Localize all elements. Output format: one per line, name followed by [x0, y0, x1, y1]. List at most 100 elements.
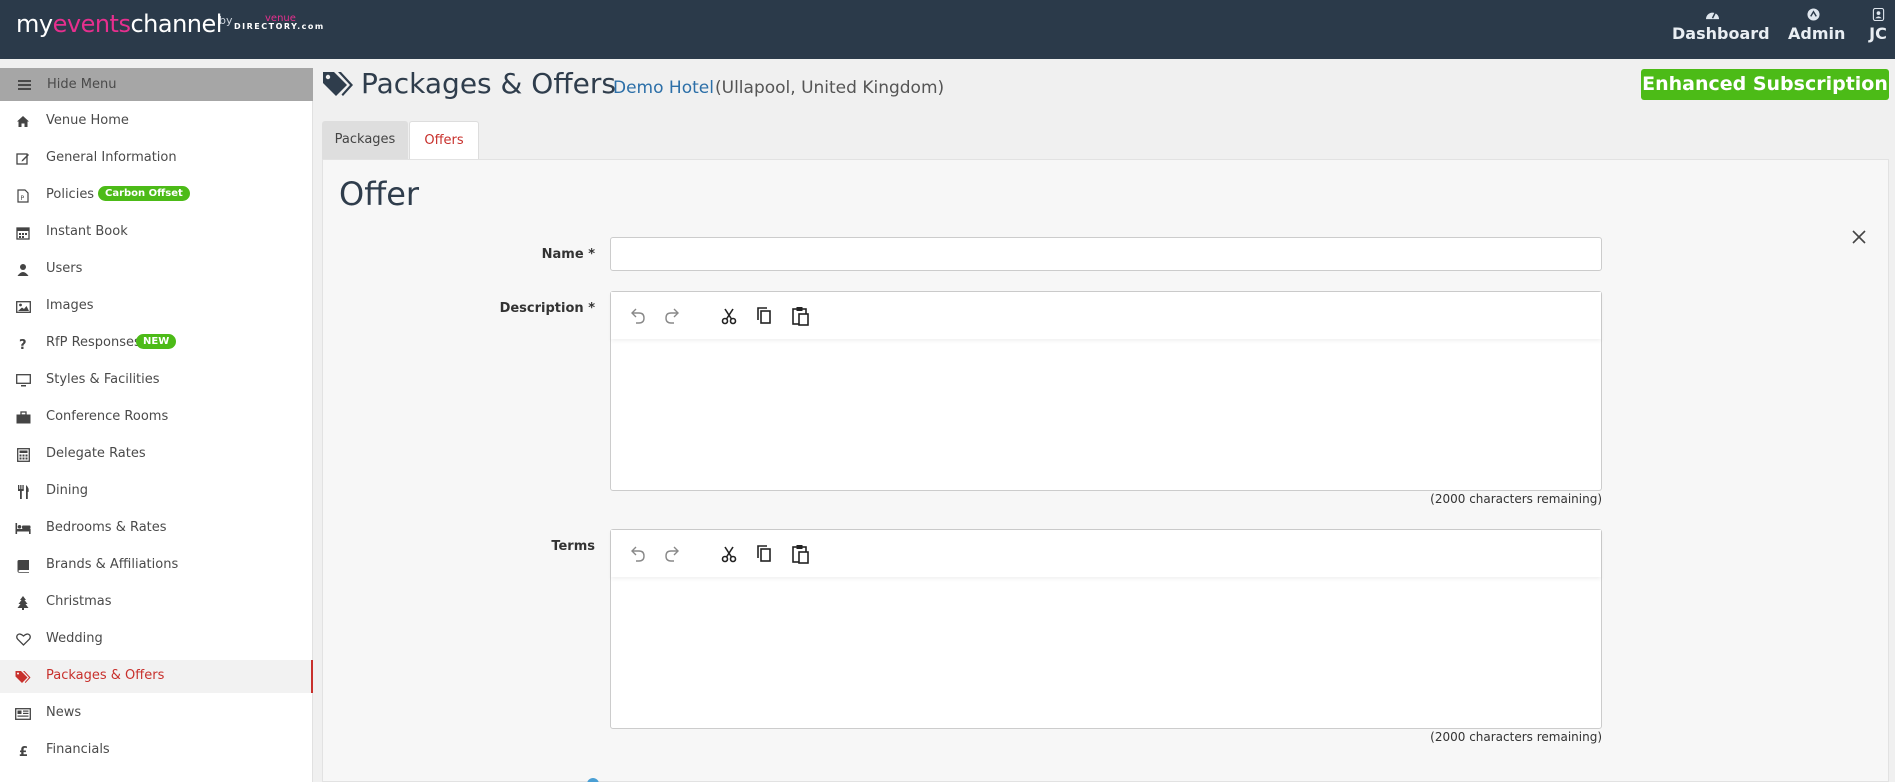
sidebar-item-label: News: [46, 705, 82, 720]
logo-text-channel: channel: [130, 10, 222, 38]
hide-menu-label: Hide Menu: [47, 77, 117, 92]
sidebar-item-users[interactable]: Users: [0, 253, 313, 286]
redo-icon[interactable]: [663, 544, 683, 564]
paste-icon[interactable]: [790, 544, 810, 564]
newspaper-icon: [15, 706, 31, 721]
nav-user-jc[interactable]: JC: [1866, 8, 1890, 43]
carbon-offset-badge: Carbon Offset: [98, 186, 190, 201]
sidebar-item-bedrooms-rates[interactable]: Bedrooms & Rates: [0, 512, 313, 545]
enhanced-subscription-button[interactable]: Enhanced Subscription: [1641, 69, 1889, 100]
monitor-icon: [15, 373, 31, 388]
nav-dashboard[interactable]: Dashboard: [1672, 8, 1770, 43]
sidebar-item-delegate-rates[interactable]: Delegate Rates: [0, 438, 313, 471]
svg-text:P: P: [21, 195, 25, 202]
tree-icon: [15, 595, 31, 610]
user-badge-icon: [1872, 8, 1884, 21]
logo-directory-text: DIRECTORY.com: [234, 22, 325, 31]
nav-admin-label: Admin: [1788, 24, 1846, 43]
sidebar-item-label: RfP Responses: [46, 335, 141, 350]
sidebar-item-label: Users: [46, 261, 83, 276]
sidebar-item-label: Conference Rooms: [46, 409, 169, 424]
copy-icon[interactable]: [754, 306, 774, 326]
calculator-icon: [15, 447, 31, 462]
redo-icon[interactable]: [663, 306, 683, 326]
sidebar-item-instant-book[interactable]: Instant Book: [0, 216, 313, 249]
sidebar-item-brands-affiliations[interactable]: Brands & Affiliations: [0, 549, 313, 582]
tab-offers[interactable]: Offers: [409, 121, 479, 161]
description-editor[interactable]: [610, 291, 1602, 491]
sidebar-item-label: Dining: [46, 483, 88, 498]
required-marker: *: [588, 247, 595, 262]
sidebar-item-policies[interactable]: P Policies Carbon Offset: [0, 179, 313, 212]
name-field-label: Name *: [395, 247, 595, 262]
description-chars-remaining: (2000 characters remaining): [1430, 492, 1602, 506]
cut-icon[interactable]: [719, 306, 739, 326]
hide-menu-button[interactable]: Hide Menu: [0, 68, 313, 101]
heart-icon: [15, 632, 31, 647]
calendar-icon: [15, 225, 31, 240]
sidebar-item-conference-rooms[interactable]: Conference Rooms: [0, 401, 313, 434]
svg-text:?: ?: [19, 338, 27, 351]
sidebar-item-images[interactable]: Images: [0, 290, 313, 323]
nav-jc-label: JC: [1869, 24, 1887, 43]
close-icon[interactable]: [1850, 228, 1868, 246]
sidebar-item-label: Instant Book: [46, 224, 128, 239]
sidebar-item-label: General Information: [46, 150, 177, 165]
tab-packages[interactable]: Packages: [322, 121, 408, 159]
required-marker: *: [588, 301, 595, 316]
home-icon: [15, 114, 31, 129]
terms-editor[interactable]: [610, 529, 1602, 729]
hamburger-icon: [18, 80, 31, 90]
sidebar-item-label: Styles & Facilities: [46, 372, 160, 387]
undo-icon[interactable]: [627, 306, 647, 326]
tags-icon: [323, 72, 353, 96]
dashboard-gauge-icon: [1705, 12, 1719, 20]
sidebar: Hide Menu Venue Home General Information…: [0, 68, 313, 782]
page-title: Packages & Offers: [361, 67, 616, 100]
sidebar-item-wedding[interactable]: Wedding: [0, 623, 313, 656]
sidebar-item-label: Brands & Affiliations: [46, 557, 179, 572]
sidebar-item-label: Packages & Offers: [46, 668, 165, 683]
offer-heading: Offer: [339, 175, 420, 213]
terms-chars-remaining: (2000 characters remaining): [1430, 730, 1602, 744]
logo-by-text: by: [219, 14, 233, 27]
question-icon: ?: [15, 336, 31, 351]
top-bar: myeventschannel by venue DIRECTORY.com D…: [0, 0, 1895, 59]
edit-icon: [15, 151, 31, 166]
sidebar-item-label: Financials: [46, 742, 110, 757]
copy-icon[interactable]: [754, 544, 774, 564]
undo-icon[interactable]: [627, 544, 647, 564]
sidebar-item-label: Christmas: [46, 594, 112, 609]
sidebar-item-christmas[interactable]: Christmas: [0, 586, 313, 619]
user-icon: [15, 262, 31, 277]
pound-icon: £: [15, 743, 31, 758]
sidebar-item-rfp-responses[interactable]: ? RfP Responses NEW: [0, 327, 313, 360]
app-logo[interactable]: myeventschannel: [16, 10, 222, 38]
cutlery-icon: [15, 484, 31, 499]
bed-icon: [15, 521, 31, 536]
sidebar-item-news[interactable]: News: [0, 697, 313, 730]
description-editor-toolbar: [611, 292, 1601, 339]
terms-field-label: Terms: [551, 539, 595, 554]
cut-icon[interactable]: [719, 544, 739, 564]
nav-admin[interactable]: Admin: [1788, 8, 1845, 43]
sidebar-item-financials[interactable]: £ Financials: [0, 734, 313, 767]
sidebar-item-styles-facilities[interactable]: Styles & Facilities: [0, 364, 313, 397]
sidebar-item-general-information[interactable]: General Information: [0, 142, 313, 175]
nav-dashboard-label: Dashboard: [1672, 24, 1770, 43]
sidebar-item-packages-offers[interactable]: Packages & Offers: [0, 660, 313, 693]
new-badge: NEW: [136, 334, 177, 349]
sidebar-item-dining[interactable]: Dining: [0, 475, 313, 508]
venue-name-link[interactable]: Demo Hotel: [613, 78, 714, 98]
sidebar-item-label: Venue Home: [46, 113, 129, 128]
description-label-text: Description: [499, 301, 584, 316]
sidebar-item-label: Bedrooms & Rates: [46, 520, 167, 535]
sidebar-item-label: Wedding: [46, 631, 103, 646]
briefcase-icon: [15, 410, 31, 425]
venue-location: (Ullapool, United Kingdom): [715, 78, 945, 98]
admin-icon: [1806, 8, 1820, 21]
offer-name-input[interactable]: [610, 237, 1602, 271]
sidebar-item-venue-home[interactable]: Venue Home: [0, 105, 313, 138]
document-icon: P: [15, 188, 31, 203]
paste-icon[interactable]: [790, 306, 810, 326]
